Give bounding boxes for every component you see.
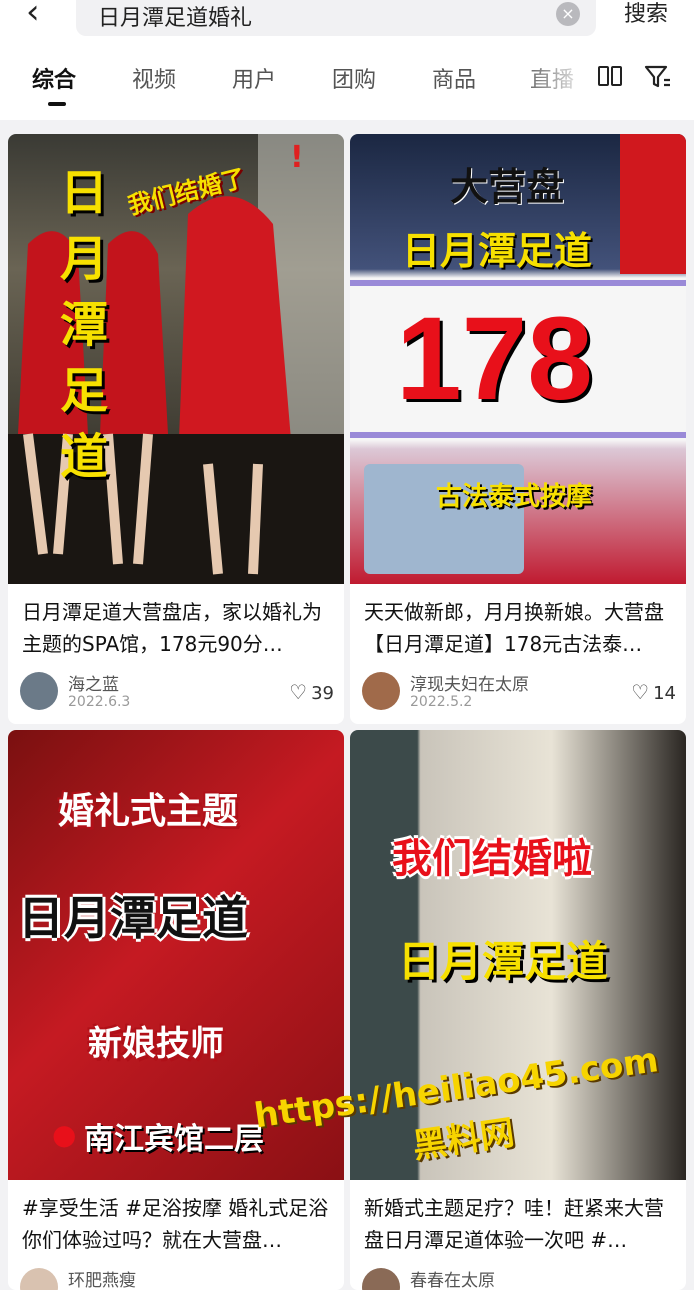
result-card[interactable]: 我们结婚了 ! 日 月 潭 足 道 日月潭足道大营盘店，家以婚礼为主题的SPA馆…	[8, 134, 344, 724]
tab-users[interactable]: 用户	[232, 62, 276, 94]
search-input[interactable]: 日月潭足道婚礼 ×	[76, 0, 596, 36]
overlay-text: 日月潭足道	[398, 937, 609, 986]
avatar[interactable]	[20, 1268, 58, 1290]
layout-toggle-icon[interactable]	[598, 66, 624, 88]
like-count[interactable]: ♡ 39	[289, 680, 334, 704]
card-thumbnail[interactable]: 我们结婚了 ! 日 月 潭 足 道	[8, 134, 344, 584]
card-caption[interactable]: 日月潭足道大营盘店，家以婚礼为主题的SPA馆，178元90分…	[22, 596, 334, 660]
overlay-text: 婚礼式主题	[58, 791, 239, 832]
username[interactable]: 海之蓝	[68, 670, 119, 695]
overlay-vertical-title: 日 月 潭 足 道	[59, 165, 108, 485]
overlay-text: 我们结婚啦	[392, 836, 592, 882]
result-card[interactable]: 大营盘 日月潭足道 178 古法泰式按摩 天天做新郎，月月换新娘。大营盘【日月潭…	[350, 134, 686, 724]
search-query[interactable]: 日月潭足道婚礼	[98, 0, 252, 32]
card-caption[interactable]: 天天做新郎，月月换新娘。大营盘【日月潭足道】178元古法泰…	[364, 596, 676, 660]
card-caption[interactable]: #享受生活 #足浴按摩 婚礼式足浴你们体验过吗？就在大营盘…	[22, 1192, 334, 1256]
avatar[interactable]	[362, 1268, 400, 1290]
tab-bar: 综合 视频 用户 团购 商品 直播	[0, 60, 694, 106]
username[interactable]: 淳现夫妇在太原	[410, 670, 529, 695]
overlay-text: 南江宾馆二层	[84, 1122, 264, 1157]
card-meta: 春春在太原	[362, 1266, 676, 1290]
card-meta: 淳现夫妇在太原 2022.5.2 ♡ 14	[362, 670, 676, 710]
divider-stripe	[350, 280, 686, 286]
red-decoration	[620, 134, 686, 274]
card-caption[interactable]: 新婚式主题足疗？哇！赶紧来大营盘日月潭足道体验一次吧 #…	[364, 1192, 676, 1256]
username[interactable]: 环肥燕瘦	[68, 1266, 136, 1290]
overlay-text: 日月潭足道	[18, 891, 248, 945]
result-card[interactable]: 我们结婚啦 日月潭足道 新婚式主题足疗？哇！赶紧来大营盘日月潭足道体验一次吧 #…	[350, 730, 686, 1290]
filter-icon[interactable]	[644, 64, 672, 90]
tab-comprehensive[interactable]: 综合	[32, 62, 76, 94]
heart-icon[interactable]: ♡	[289, 680, 307, 704]
post-date: 2022.6.3	[68, 694, 131, 710]
back-arrow-icon[interactable]: ‹	[26, 0, 62, 30]
username[interactable]: 春春在太原	[410, 1266, 495, 1290]
location-pin-icon: ●	[52, 1118, 77, 1151]
overlay-text: 古法泰式按摩	[436, 482, 593, 512]
card-meta: 海之蓝 2022.6.3 ♡ 39	[20, 670, 334, 710]
overlay-text: 新娘技师	[88, 1024, 224, 1064]
heart-icon[interactable]: ♡	[631, 680, 649, 704]
tab-group-buy[interactable]: 团购	[332, 62, 376, 94]
tab-fade	[520, 60, 590, 100]
tab-products[interactable]: 商品	[432, 62, 476, 94]
card-thumbnail[interactable]: 大营盘 日月潭足道 178 古法泰式按摩	[350, 134, 686, 584]
divider-stripe	[350, 432, 686, 438]
active-tab-indicator	[48, 102, 66, 106]
post-date: 2022.5.2	[410, 694, 473, 710]
like-count[interactable]: ♡ 14	[631, 680, 676, 704]
search-button[interactable]: 搜索	[624, 0, 668, 28]
avatar[interactable]	[20, 672, 58, 710]
exclamation-icon: !	[290, 140, 304, 175]
overlay-text: 日月潭足道	[402, 229, 593, 273]
top-bar: ‹ 日月潭足道婚礼 × 搜索 综合 视频 用户 团购 商品 直播	[0, 0, 694, 120]
card-meta: 环肥燕瘦	[20, 1266, 334, 1290]
tab-video[interactable]: 视频	[132, 62, 176, 94]
result-card[interactable]: 婚礼式主题 日月潭足道 新娘技师 ● 南江宾馆二层 #享受生活 #足浴按摩 婚礼…	[8, 730, 344, 1290]
price-text: 178	[396, 293, 593, 425]
clear-icon[interactable]: ×	[556, 2, 580, 26]
overlay-text: 大营盘	[450, 165, 565, 209]
avatar[interactable]	[362, 672, 400, 710]
